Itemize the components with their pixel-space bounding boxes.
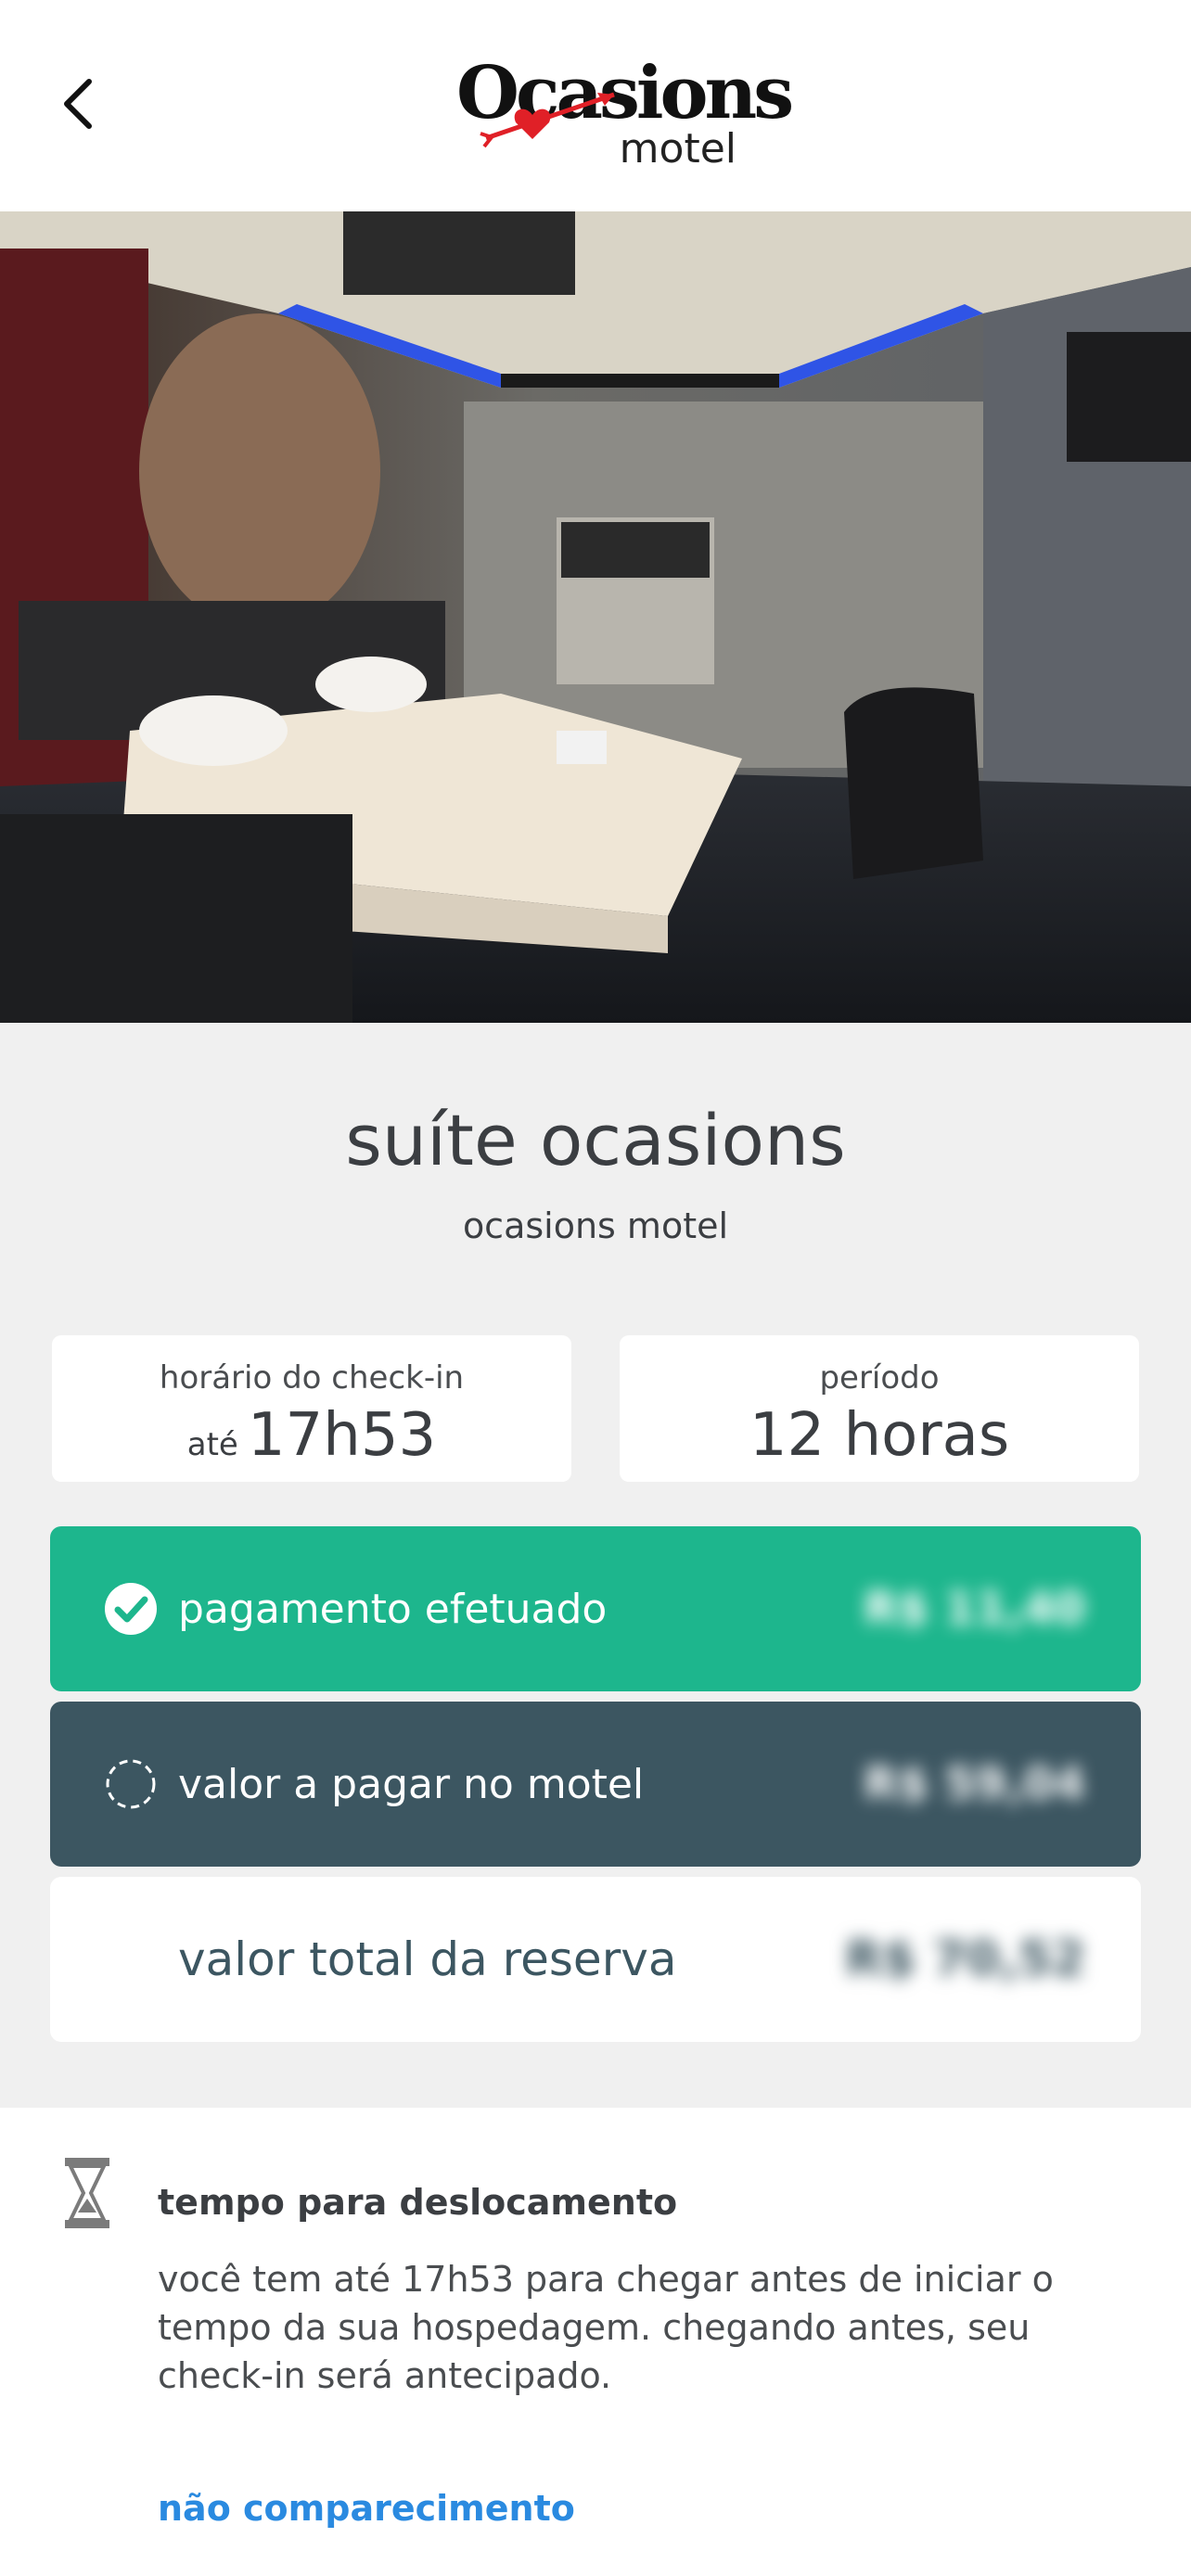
- no-show-link[interactable]: não comparecimento: [158, 2485, 575, 2531]
- checkin-time: 17h53: [247, 1401, 437, 1470]
- payment-row-pending: valor a pagar no motel R$ 59,04: [50, 1702, 1141, 1867]
- heart-arrow-icon: [480, 92, 615, 148]
- payment-paid-label: pagamento efetuado: [178, 1585, 608, 1633]
- payment-paid-amount: R$ 11,40: [864, 1583, 1085, 1635]
- payment-row-paid: pagamento efetuado R$ 11,40: [50, 1526, 1141, 1691]
- checkin-box: horário do check-in até 17h53: [52, 1335, 571, 1482]
- suite-title: suíte ocasions: [345, 1099, 846, 1181]
- payment-pending-label: valor a pagar no motel: [178, 1760, 645, 1808]
- payment-pending-amount: R$ 59,04: [864, 1758, 1085, 1810]
- chevron-left-icon: [64, 79, 92, 129]
- suite-room-image: [0, 211, 1191, 1023]
- payment-total-amount: R$ 70,52: [845, 1932, 1085, 1987]
- app-header: Ocasions motel: [0, 0, 1191, 211]
- checkin-label: horário do check-in: [159, 1359, 465, 1396]
- motel-logo: Ocasions motel: [456, 52, 794, 172]
- checkin-prefix: até: [186, 1426, 238, 1463]
- suite-photo: [0, 211, 1191, 1023]
- period-box: período 12 horas: [620, 1335, 1139, 1482]
- travel-time-description: você tem até 17h53 para chegar antes de …: [158, 2259, 1054, 2396]
- period-label: período: [819, 1359, 940, 1396]
- motel-name: ocasions motel: [462, 1205, 729, 1246]
- period-value: 12 horas: [749, 1401, 1010, 1470]
- hourglass-icon: [65, 2158, 109, 2228]
- travel-time-title: tempo para deslocamento: [158, 2182, 678, 2223]
- payment-total-label: valor total da reserva: [178, 1932, 677, 1986]
- check-circle-icon: [105, 1583, 157, 1635]
- logo-subtitle: motel: [619, 125, 736, 172]
- checkin-value: até 17h53: [52, 1398, 571, 1482]
- back-button[interactable]: [48, 74, 108, 134]
- dashed-circle-icon: [106, 1759, 156, 1809]
- payment-row-total: valor total da reserva R$ 70,52: [50, 1877, 1141, 2042]
